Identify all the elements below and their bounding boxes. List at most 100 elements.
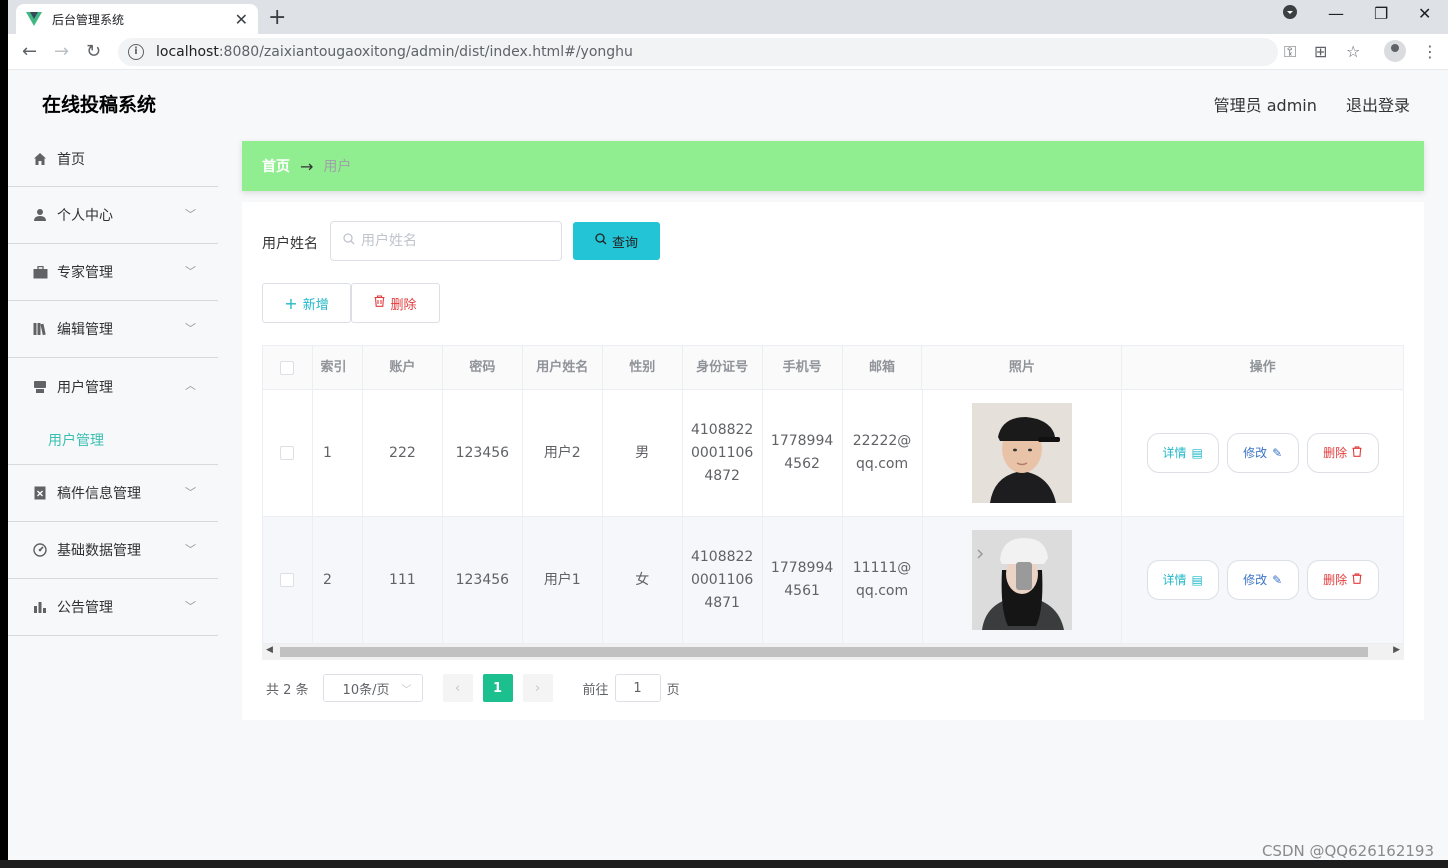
edit-button[interactable]: 修改 ✎ xyxy=(1226,560,1299,600)
cell-phone: 17789944562 xyxy=(763,390,843,516)
restore-icon[interactable]: ❐ xyxy=(1374,4,1388,23)
row-checkbox[interactable] xyxy=(280,446,295,460)
add-button[interactable]: + 新增 xyxy=(262,283,351,323)
edit-label: 修改 xyxy=(1243,445,1268,460)
vue-logo-icon xyxy=(26,12,42,26)
search-field[interactable] xyxy=(330,221,562,261)
cell-gender: 女 xyxy=(603,517,683,643)
column-header: 索引 xyxy=(313,346,363,389)
cell-email: 11111@qq.com xyxy=(843,517,923,643)
chevron-down-icon: ﹀ xyxy=(185,543,196,556)
search-label: 用户姓名 xyxy=(262,236,318,252)
pencil-icon: ✎ xyxy=(1272,445,1283,460)
query-button[interactable]: 查询 xyxy=(573,222,660,260)
bulk-delete-button[interactable]: 删除 xyxy=(351,283,440,323)
forward-icon[interactable]: → xyxy=(54,41,69,62)
column-header: 性别 xyxy=(603,346,683,389)
prev-page-button[interactable]: ‹ xyxy=(442,674,473,702)
horizontal-scrollbar[interactable]: ◀ ▶ xyxy=(262,644,1404,660)
sidebar-item-profile[interactable]: 个人中心 ﹀ xyxy=(8,187,218,244)
scroll-left-icon[interactable]: ◀ xyxy=(266,645,273,655)
chevron-down-icon: ﹀ xyxy=(185,486,196,499)
sidebar-item-label: 专家管理 xyxy=(57,265,113,281)
delete-button[interactable]: 删除 xyxy=(1306,433,1379,473)
logout-link[interactable]: 退出登录 xyxy=(1346,96,1410,115)
row-checkbox[interactable] xyxy=(280,573,295,587)
close-tab-icon[interactable]: ✕ xyxy=(235,10,248,29)
table-header-row: 索引 账户 密码 用户姓名 性别 身份证号 手机号 邮箱 照片 操作 xyxy=(263,346,1403,390)
column-header: 身份证号 xyxy=(683,346,763,389)
menu-dots-icon[interactable]: ⋮ xyxy=(1422,42,1438,61)
cell-id-number: 410882200011064871 xyxy=(683,517,763,643)
user-icon xyxy=(32,207,48,223)
browser-window: 后台管理系统 ✕ + — ❐ ✕ ← → ↻ i localhost:8080/… xyxy=(8,0,1448,868)
sidebar-item-announcements[interactable]: 公告管理 ﹀ xyxy=(8,579,218,636)
url-field[interactable]: i localhost:8080/zaixiantougaoxitong/adm… xyxy=(118,38,1278,66)
chevron-down-icon: ﹀ xyxy=(401,684,412,696)
page-size-select[interactable]: 10条/页 ﹀ xyxy=(322,674,423,702)
bookmark-star-icon[interactable]: ☆ xyxy=(1346,42,1360,61)
page-number-current[interactable]: 1 xyxy=(482,674,513,702)
sidebar-item-manuscripts[interactable]: 稿件信息管理 ﹀ xyxy=(8,465,218,522)
column-header: 用户姓名 xyxy=(523,346,603,389)
admin-user-label: 管理员 admin xyxy=(1213,96,1317,115)
select-all-cell xyxy=(263,346,313,389)
column-header: 密码 xyxy=(443,346,523,389)
sidebar-item-label: 个人中心 xyxy=(57,208,113,224)
edit-button[interactable]: 修改 ✎ xyxy=(1226,433,1299,473)
search-input[interactable] xyxy=(361,233,541,249)
column-header: 手机号 xyxy=(763,346,843,389)
detail-button[interactable]: 详情 ▤ xyxy=(1146,433,1219,473)
cell-password: 123456 xyxy=(443,390,523,516)
chevron-down-icon: ﹀ xyxy=(185,600,196,613)
sidebar-item-basic-data[interactable]: 基础数据管理 ﹀ xyxy=(8,522,218,579)
url-host: localhost xyxy=(156,44,219,60)
goto-page-input[interactable] xyxy=(614,674,661,702)
browser-tab[interactable]: 后台管理系统 ✕ xyxy=(16,4,258,34)
cell-photo xyxy=(923,390,1123,516)
chevron-down-icon: ﹀ xyxy=(185,322,196,335)
sidebar-item-label: 公告管理 xyxy=(57,600,113,616)
translate-icon[interactable]: ⊞ xyxy=(1314,42,1327,61)
table-row: 2 111 123456 用户1 女 410882200011064871 17… xyxy=(263,517,1403,644)
document-x-icon xyxy=(32,485,48,501)
goto-prefix: 前往 xyxy=(582,682,609,698)
content-panel: 用户姓名 查询 + 新增 删除 索引 账户 密码 用户姓名 性别 xyxy=(242,202,1424,720)
sidebar-item-experts[interactable]: 专家管理 ﹀ xyxy=(8,244,218,301)
user-photo[interactable] xyxy=(971,530,1072,630)
back-icon[interactable]: ← xyxy=(22,41,37,62)
new-tab-icon[interactable]: + xyxy=(268,5,286,30)
cell-index: 2 xyxy=(313,517,363,643)
delete-label: 删除 xyxy=(1323,445,1348,460)
site-info-icon[interactable]: i xyxy=(128,44,144,60)
profile-dropdown-icon[interactable] xyxy=(1282,4,1298,24)
close-window-icon[interactable]: ✕ xyxy=(1418,4,1431,23)
chevron-down-icon: ﹀ xyxy=(185,265,196,278)
reload-icon[interactable]: ↻ xyxy=(86,41,101,62)
scrollbar-thumb[interactable] xyxy=(280,647,1368,657)
column-header: 账户 xyxy=(363,346,443,389)
delete-button[interactable]: 删除 xyxy=(1306,560,1379,600)
header-user-area: 管理员 admin 退出登录 xyxy=(1190,92,1410,116)
sidebar-subitem-user-management[interactable]: 用户管理 xyxy=(8,415,218,465)
cell-name: 用户1 xyxy=(523,517,603,643)
detail-button[interactable]: 详情 ▤ xyxy=(1146,560,1219,600)
bar-chart-icon xyxy=(32,599,48,615)
cell-password: 123456 xyxy=(443,517,523,643)
sidebar-item-users[interactable]: 用户管理 ︿ xyxy=(8,358,218,415)
page-jump: 前往 页 xyxy=(583,674,680,702)
breadcrumb-arrow-icon: → xyxy=(300,156,314,176)
app-title: 在线投稿系统 xyxy=(42,94,157,116)
sidebar-item-home[interactable]: 首页 xyxy=(8,132,218,187)
profile-avatar-icon[interactable] xyxy=(1384,40,1406,62)
cell-name: 用户2 xyxy=(523,390,603,516)
breadcrumb-home[interactable]: 首页 xyxy=(262,156,290,176)
scroll-right-icon[interactable]: ▶ xyxy=(1393,645,1400,655)
next-page-button[interactable]: › xyxy=(522,674,553,702)
minimize-icon[interactable]: — xyxy=(1328,4,1344,23)
column-header: 操作 xyxy=(1249,360,1276,375)
sidebar-item-editors[interactable]: 编辑管理 ﹀ xyxy=(8,301,218,358)
key-icon[interactable]: ⚿ xyxy=(1284,42,1296,62)
select-all-checkbox[interactable] xyxy=(280,360,295,375)
user-photo[interactable] xyxy=(971,403,1072,503)
